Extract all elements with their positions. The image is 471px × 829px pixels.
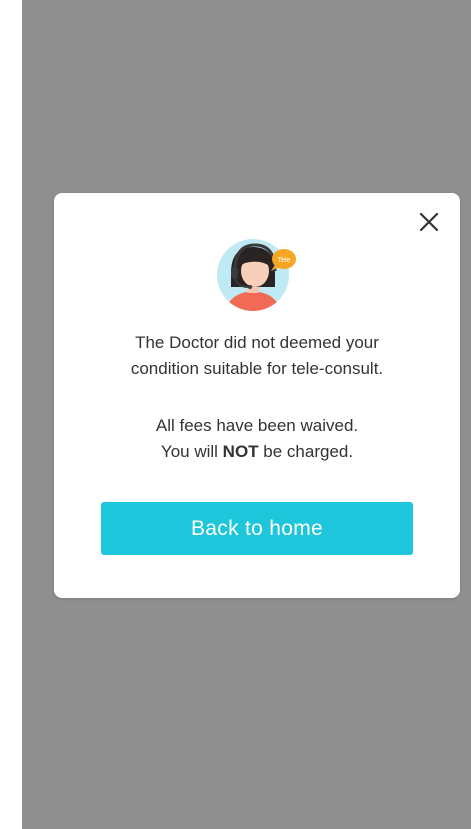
fees-waived-line: All fees have been waived. <box>155 416 359 435</box>
support-agent-avatar-icon: Tele <box>217 239 296 311</box>
charge-suffix: be charged. <box>258 442 354 461</box>
left-edge <box>0 0 22 829</box>
close-icon <box>419 212 439 232</box>
charge-bold: NOT <box>222 442 259 461</box>
fees-message: All fees have been waived. You will NOT … <box>54 413 460 465</box>
message-line-1: The Doctor did not deemed your <box>135 333 379 352</box>
badge-text: Tele <box>278 257 291 264</box>
not-charged-line: You will NOT be charged. <box>54 439 460 465</box>
back-to-home-button[interactable]: Back to home <box>101 502 413 555</box>
condition-message: The Doctor did not deemed your condition… <box>54 330 460 382</box>
charge-prefix: You will <box>160 442 223 461</box>
message-line-2: condition suitable for tele-consult. <box>130 359 384 378</box>
notice-dialog: Tele The Doctor did not deemed your cond… <box>54 193 460 598</box>
close-button[interactable] <box>418 211 440 233</box>
